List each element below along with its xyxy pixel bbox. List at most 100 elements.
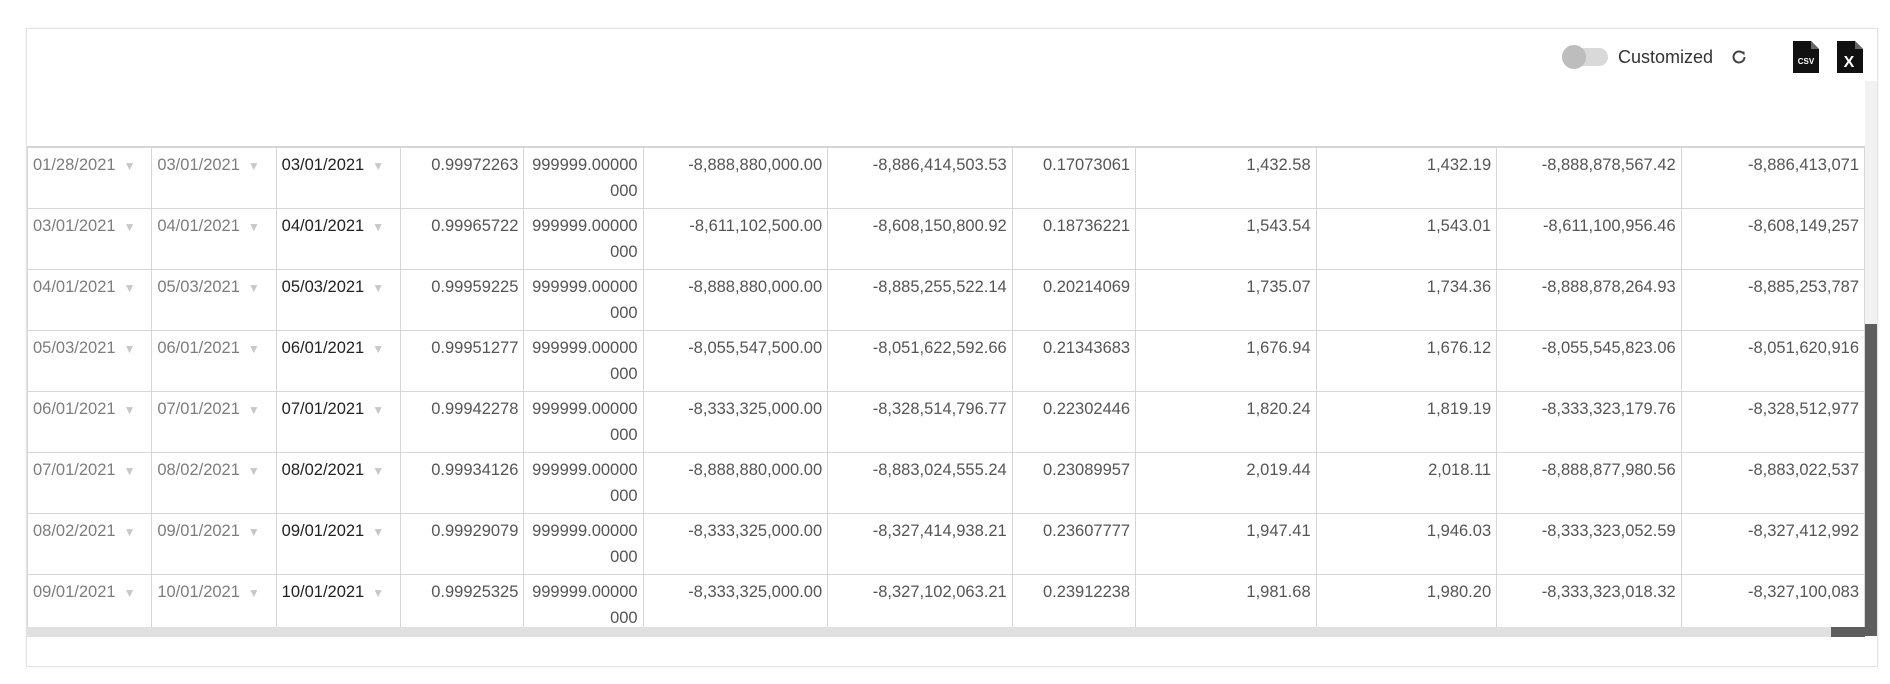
value-cell[interactable]: -8,888,878,567.42	[1496, 147, 1682, 209]
value-cell[interactable]: 0.23912238	[1011, 574, 1137, 634]
value-cell[interactable]: -8,888,877,980.56	[1496, 452, 1682, 514]
value-cell[interactable]: 0.20214069	[1011, 269, 1137, 331]
date-cell[interactable]: 09/01/2021 ▼	[151, 513, 277, 575]
date-cell[interactable]: 03/01/2021 ▼	[27, 208, 153, 270]
dropdown-caret-icon[interactable]: ▼	[124, 281, 136, 295]
date-cell[interactable]: 08/02/2021 ▼	[151, 452, 277, 514]
dropdown-caret-icon[interactable]: ▼	[372, 220, 384, 234]
value-cell[interactable]: 999999.00000000	[523, 513, 644, 575]
date-cell[interactable]: 03/01/2021 ▼	[275, 147, 401, 209]
dropdown-caret-icon[interactable]: ▼	[248, 403, 260, 417]
customized-toggle[interactable]	[1561, 45, 1608, 69]
date-cell[interactable]: 04/01/2021 ▼	[151, 208, 277, 270]
dropdown-caret-icon[interactable]: ▼	[372, 525, 384, 539]
date-cell[interactable]: 07/01/2021 ▼	[27, 452, 153, 514]
value-cell[interactable]: 0.18736221	[1011, 208, 1137, 270]
date-cell[interactable]: 05/03/2021 ▼	[151, 269, 277, 331]
dropdown-caret-icon[interactable]: ▼	[248, 342, 260, 356]
date-cell[interactable]: 04/01/2021 ▼	[275, 208, 401, 270]
value-cell[interactable]: 0.99951277	[399, 330, 525, 392]
value-cell[interactable]: -8,886,413,071	[1680, 147, 1865, 209]
value-cell[interactable]: -8,608,149,257	[1680, 208, 1865, 270]
date-cell[interactable]: 08/02/2021 ▼	[275, 452, 401, 514]
value-cell[interactable]: 999999.00000000	[523, 269, 644, 331]
value-cell[interactable]: -8,883,022,537	[1680, 452, 1865, 514]
date-cell[interactable]: 04/01/2021 ▼	[27, 269, 153, 331]
table-row[interactable]: 09/01/2021 ▼ 10/01/2021 ▼ 10/01/2021 ▼ 0.99925…	[27, 574, 1865, 634]
value-cell[interactable]: 1,676.12	[1315, 330, 1498, 392]
value-cell[interactable]: 2,019.44	[1135, 452, 1317, 514]
dropdown-caret-icon[interactable]: ▼	[372, 281, 384, 295]
value-cell[interactable]: -8,608,150,800.92	[827, 208, 1013, 270]
value-cell[interactable]: 1,981.68	[1135, 574, 1317, 634]
value-cell[interactable]: 1,947.41	[1135, 513, 1317, 575]
value-cell[interactable]: -8,333,323,018.32	[1496, 574, 1682, 634]
dropdown-caret-icon[interactable]: ▼	[248, 220, 260, 234]
date-cell[interactable]: 08/02/2021 ▼	[27, 513, 153, 575]
value-cell[interactable]: 0.17073061	[1011, 147, 1137, 209]
horizontal-scroll-thumb[interactable]	[1831, 627, 1865, 637]
table-row[interactable]: 03/01/2021 ▼ 04/01/2021 ▼ 04/01/2021 ▼ 0.99965…	[27, 208, 1865, 270]
value-cell[interactable]: -8,333,325,000.00	[642, 391, 829, 453]
vertical-scrollbar[interactable]	[1865, 81, 1877, 636]
dropdown-caret-icon[interactable]: ▼	[124, 586, 136, 600]
table-row[interactable]: 01/28/2021 ▼ 03/01/2021 ▼ 03/01/2021 ▼ 0.99972…	[27, 147, 1865, 209]
dropdown-caret-icon[interactable]: ▼	[248, 159, 260, 173]
value-cell[interactable]: 1,543.54	[1135, 208, 1317, 270]
value-cell[interactable]: 999999.00000000	[523, 574, 644, 634]
value-cell[interactable]: -8,327,102,063.21	[827, 574, 1013, 634]
value-cell[interactable]: -8,888,880,000.00	[642, 147, 829, 209]
value-cell[interactable]: -8,333,323,179.76	[1496, 391, 1682, 453]
value-cell[interactable]: -8,327,100,083	[1680, 574, 1865, 634]
dropdown-caret-icon[interactable]: ▼	[248, 525, 260, 539]
dropdown-caret-icon[interactable]: ▼	[372, 403, 384, 417]
value-cell[interactable]: -8,888,878,264.93	[1496, 269, 1682, 331]
value-cell[interactable]: 1,819.19	[1315, 391, 1498, 453]
date-cell[interactable]: 09/01/2021 ▼	[275, 513, 401, 575]
date-cell[interactable]: 07/01/2021 ▼	[275, 391, 401, 453]
date-cell[interactable]: 03/01/2021 ▼	[151, 147, 277, 209]
dropdown-caret-icon[interactable]: ▼	[124, 464, 136, 478]
value-cell[interactable]: 0.23607777	[1011, 513, 1137, 575]
value-cell[interactable]: -8,328,514,796.77	[827, 391, 1013, 453]
value-cell[interactable]: 0.23089957	[1011, 452, 1137, 514]
value-cell[interactable]: 0.99934126	[399, 452, 525, 514]
dropdown-caret-icon[interactable]: ▼	[124, 159, 136, 173]
vertical-scroll-thumb[interactable]	[1865, 324, 1877, 636]
table-row[interactable]: 06/01/2021 ▼ 07/01/2021 ▼ 07/01/2021 ▼ 0.99942…	[27, 391, 1865, 453]
value-cell[interactable]: 1,432.19	[1315, 147, 1498, 209]
value-cell[interactable]: -8,611,100,956.46	[1496, 208, 1682, 270]
excel-export-icon[interactable]: X	[1835, 40, 1865, 74]
value-cell[interactable]: -8,333,325,000.00	[642, 513, 829, 575]
refresh-icon[interactable]	[1725, 43, 1753, 71]
value-cell[interactable]: -8,885,255,522.14	[827, 269, 1013, 331]
value-cell[interactable]: -8,327,414,938.21	[827, 513, 1013, 575]
value-cell[interactable]: 0.99965722	[399, 208, 525, 270]
date-cell[interactable]: 06/01/2021 ▼	[275, 330, 401, 392]
dropdown-caret-icon[interactable]: ▼	[124, 403, 136, 417]
data-grid[interactable]: 01/28/2021 ▼ 03/01/2021 ▼ 03/01/2021 ▼ 0.99972…	[27, 146, 1865, 634]
dropdown-caret-icon[interactable]: ▼	[372, 342, 384, 356]
value-cell[interactable]: -8,888,880,000.00	[642, 269, 829, 331]
dropdown-caret-icon[interactable]: ▼	[124, 220, 136, 234]
csv-export-icon[interactable]: CSV	[1791, 40, 1821, 74]
value-cell[interactable]: 0.21343683	[1011, 330, 1137, 392]
value-cell[interactable]: 0.99925325	[399, 574, 525, 634]
dropdown-caret-icon[interactable]: ▼	[248, 586, 260, 600]
value-cell[interactable]: 0.99942278	[399, 391, 525, 453]
value-cell[interactable]: -8,328,512,977	[1680, 391, 1865, 453]
value-cell[interactable]: 1,676.94	[1135, 330, 1317, 392]
value-cell[interactable]: -8,611,102,500.00	[642, 208, 829, 270]
table-row[interactable]: 05/03/2021 ▼ 06/01/2021 ▼ 06/01/2021 ▼ 0.99951…	[27, 330, 1865, 392]
value-cell[interactable]: -8,333,325,000.00	[642, 574, 829, 634]
table-row[interactable]: 08/02/2021 ▼ 09/01/2021 ▼ 09/01/2021 ▼ 0.99929…	[27, 513, 1865, 575]
value-cell[interactable]: -8,051,622,592.66	[827, 330, 1013, 392]
value-cell[interactable]: 999999.00000000	[523, 147, 644, 209]
value-cell[interactable]: 1,734.36	[1315, 269, 1498, 331]
value-cell[interactable]: 999999.00000000	[523, 330, 644, 392]
date-cell[interactable]: 10/01/2021 ▼	[275, 574, 401, 634]
date-cell[interactable]: 05/03/2021 ▼	[275, 269, 401, 331]
dropdown-caret-icon[interactable]: ▼	[124, 342, 136, 356]
value-cell[interactable]: -8,885,253,787	[1680, 269, 1865, 331]
dropdown-caret-icon[interactable]: ▼	[372, 159, 384, 173]
